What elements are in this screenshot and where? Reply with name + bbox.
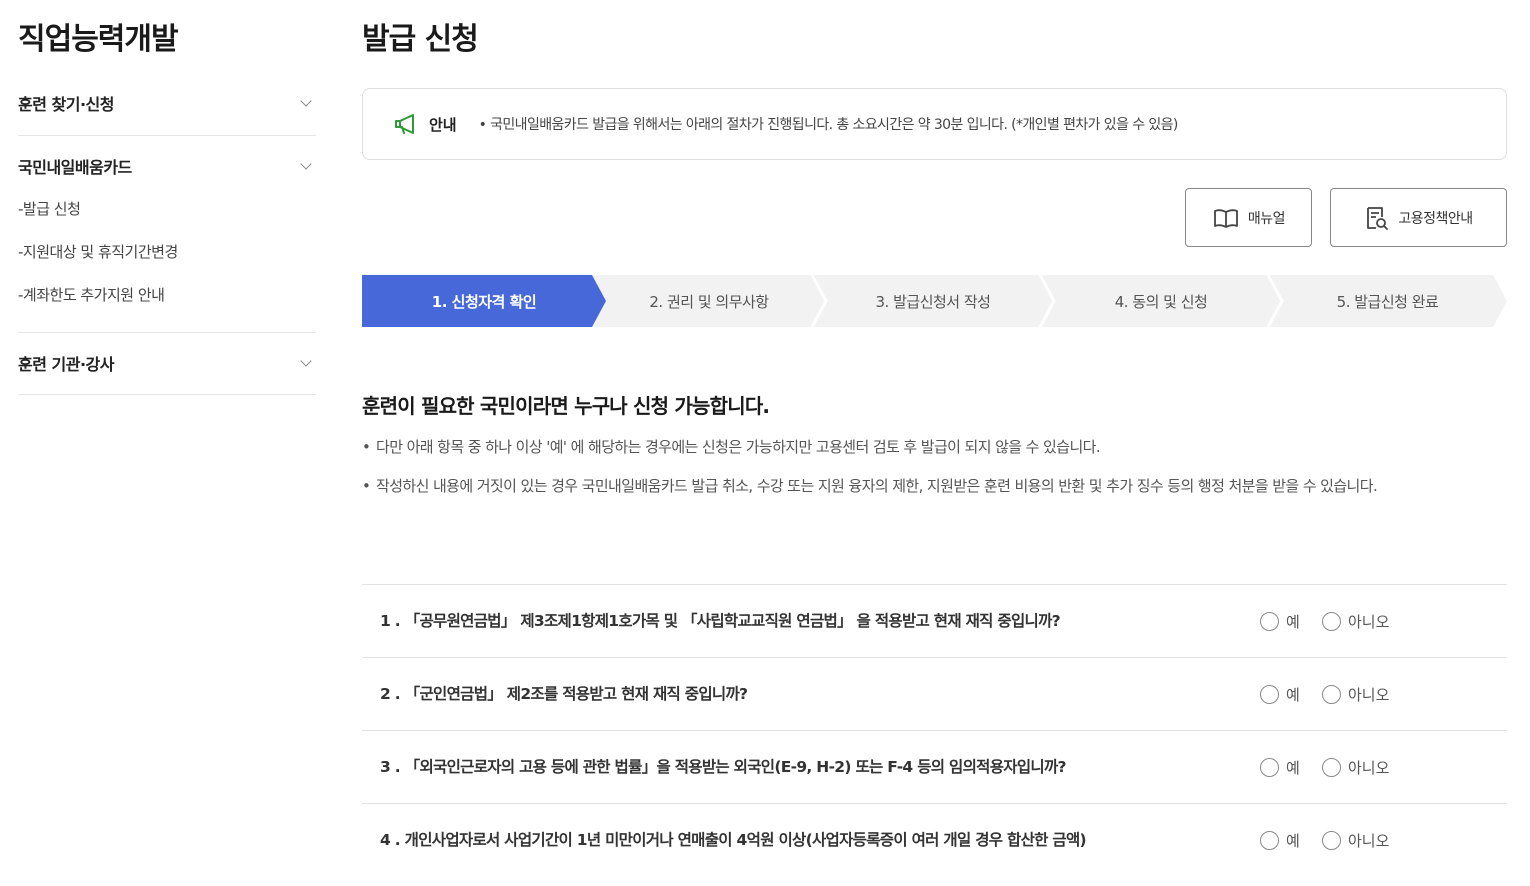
chevron-down-icon	[300, 95, 312, 107]
sidebar-section-learning-card: 국민내일배움카드 -발급 신청 -지원대상 및 휴직기간변경 -계좌한도 추가지…	[18, 155, 316, 333]
question-1-yes-option[interactable]: 예	[1260, 611, 1300, 632]
radio-label: 아니오	[1348, 686, 1390, 704]
step-4: 4. 동의 및 신청	[1114, 292, 1208, 311]
question-1-no-option[interactable]: 아니오	[1322, 611, 1389, 632]
sidebar-item-eligibility-change[interactable]: -지원대상 및 휴직기간변경	[18, 241, 316, 263]
bullet-mark: •	[362, 477, 371, 495]
step-3: 3. 발급신청서 작성	[875, 292, 991, 311]
question-row: 2 . 「군인연금법」 제2조를 적용받고 현재 재직 중입니까? 예 아니오	[362, 658, 1507, 731]
question-3-no-option[interactable]: 아니오	[1322, 757, 1389, 778]
question-row: 1 . 「공무원연금법」 제3조제1항제1호가목 및 「사립학교교직원 연금법」…	[362, 585, 1507, 658]
policy-guide-button-label: 고용정책안내	[1398, 210, 1473, 227]
question-3-yes-option[interactable]: 예	[1260, 757, 1300, 778]
intro-bullet-text: 다만 아래 항목 중 하나 이상 '예' 에 해당하는 경우에는 신청은 가능하…	[376, 438, 1101, 456]
document-search-icon	[1367, 206, 1389, 230]
intro-title: 훈련이 필요한 국민이라면 누구나 신청 가능합니다.	[362, 394, 770, 418]
chevron-down-icon	[300, 158, 312, 170]
question-4-no-option[interactable]: 아니오	[1322, 830, 1389, 851]
sidebar-item-apply[interactable]: -발급 신청	[18, 198, 316, 220]
question-text: 2 . 「군인연금법」 제2조를 적용받고 현재 재직 중입니까?	[380, 685, 748, 703]
policy-guide-button[interactable]: 고용정책안내	[1330, 188, 1507, 247]
sidebar-section-label: 훈련 찾기·신청	[18, 95, 114, 114]
sidebar-title: 직업능력개발	[18, 22, 179, 57]
sidebar-section-institutions[interactable]: 훈련 기관·강사	[18, 352, 316, 395]
radio-label: 예	[1286, 613, 1300, 631]
question-text: 1 . 「공무원연금법」 제3조제1항제1호가목 및 「사립학교교직원 연금법」…	[380, 612, 1061, 630]
radio-label: 아니오	[1348, 759, 1390, 777]
radio-button[interactable]	[1260, 758, 1279, 777]
radio-button[interactable]	[1260, 685, 1279, 704]
question-row: 3 . 「외국인근로자의 고용 등에 관한 법률」을 적용받는 외국인(E-9,…	[362, 731, 1507, 804]
radio-label: 아니오	[1348, 613, 1390, 631]
radio-button[interactable]	[1322, 758, 1341, 777]
manual-button-label: 매뉴얼	[1247, 210, 1286, 227]
radio-button[interactable]	[1260, 612, 1279, 631]
megaphone-icon	[395, 114, 414, 134]
sidebar-section-training-search[interactable]: 훈련 찾기·신청	[18, 92, 316, 136]
intro-bullet: • 작성하신 내용에 거짓이 있는 경우 국민내일배움카드 발급 취소, 수강 …	[362, 470, 1507, 503]
notice-label: 안내	[429, 115, 457, 134]
radio-button[interactable]	[1260, 831, 1279, 850]
step-indicator: 1. 신청자격 확인 2. 권리 및 의무사항 3. 발급신청서 작성 4. 동…	[362, 275, 1507, 327]
question-2-yes-option[interactable]: 예	[1260, 684, 1300, 705]
radio-label: 예	[1286, 686, 1300, 704]
question-2-no-option[interactable]: 아니오	[1322, 684, 1389, 705]
question-row: 4 . 개인사업자로서 사업기간이 1년 미만이거나 연매출이 4억원 이상(사…	[362, 804, 1507, 877]
notice-box: 안내 • 국민내일배움카드 발급을 위해서는 아래의 절차가 진행됩니다. 총 …	[362, 88, 1507, 160]
intro-bullet: • 다만 아래 항목 중 하나 이상 '예' 에 해당하는 경우에는 신청은 가…	[362, 431, 1507, 464]
step-5: 5. 발급신청 완료	[1336, 292, 1439, 311]
step-2: 2. 권리 및 의무사항	[649, 292, 769, 311]
eligibility-question-list: 1 . 「공무원연금법」 제3조제1항제1호가목 및 「사립학교교직원 연금법」…	[362, 584, 1507, 877]
manual-button[interactable]: 매뉴얼	[1185, 188, 1312, 247]
radio-button[interactable]	[1322, 685, 1341, 704]
bullet-mark: •	[362, 438, 371, 456]
radio-label: 아니오	[1348, 832, 1390, 850]
notice-text: • 국민내일배움카드 발급을 위해서는 아래의 절차가 진행됩니다. 총 소요시…	[478, 117, 1179, 133]
radio-label: 예	[1286, 832, 1300, 850]
radio-button[interactable]	[1322, 612, 1341, 631]
question-4-yes-option[interactable]: 예	[1260, 830, 1300, 851]
radio-button[interactable]	[1322, 831, 1341, 850]
sidebar-section-header[interactable]: 국민내일배움카드	[18, 155, 316, 177]
chevron-down-icon	[300, 355, 312, 367]
step-1: 1. 신청자격 확인	[431, 292, 537, 311]
page-title: 발급 신청	[362, 22, 479, 57]
question-text: 4 . 개인사업자로서 사업기간이 1년 미만이거나 연매출이 4억원 이상(사…	[380, 831, 1087, 849]
sidebar-section-label: 훈련 기관·강사	[18, 355, 114, 374]
book-icon	[1214, 208, 1238, 228]
sidebar-item-limit-support[interactable]: -계좌한도 추가지원 안내	[18, 284, 316, 306]
intro-bullet-text: 작성하신 내용에 거짓이 있는 경우 국민내일배움카드 발급 취소, 수강 또는…	[376, 477, 1378, 495]
question-text: 3 . 「외국인근로자의 고용 등에 관한 법률」을 적용받는 외국인(E-9,…	[380, 758, 1067, 776]
radio-label: 예	[1286, 759, 1300, 777]
sidebar-section-label: 국민내일배움카드	[18, 158, 132, 177]
